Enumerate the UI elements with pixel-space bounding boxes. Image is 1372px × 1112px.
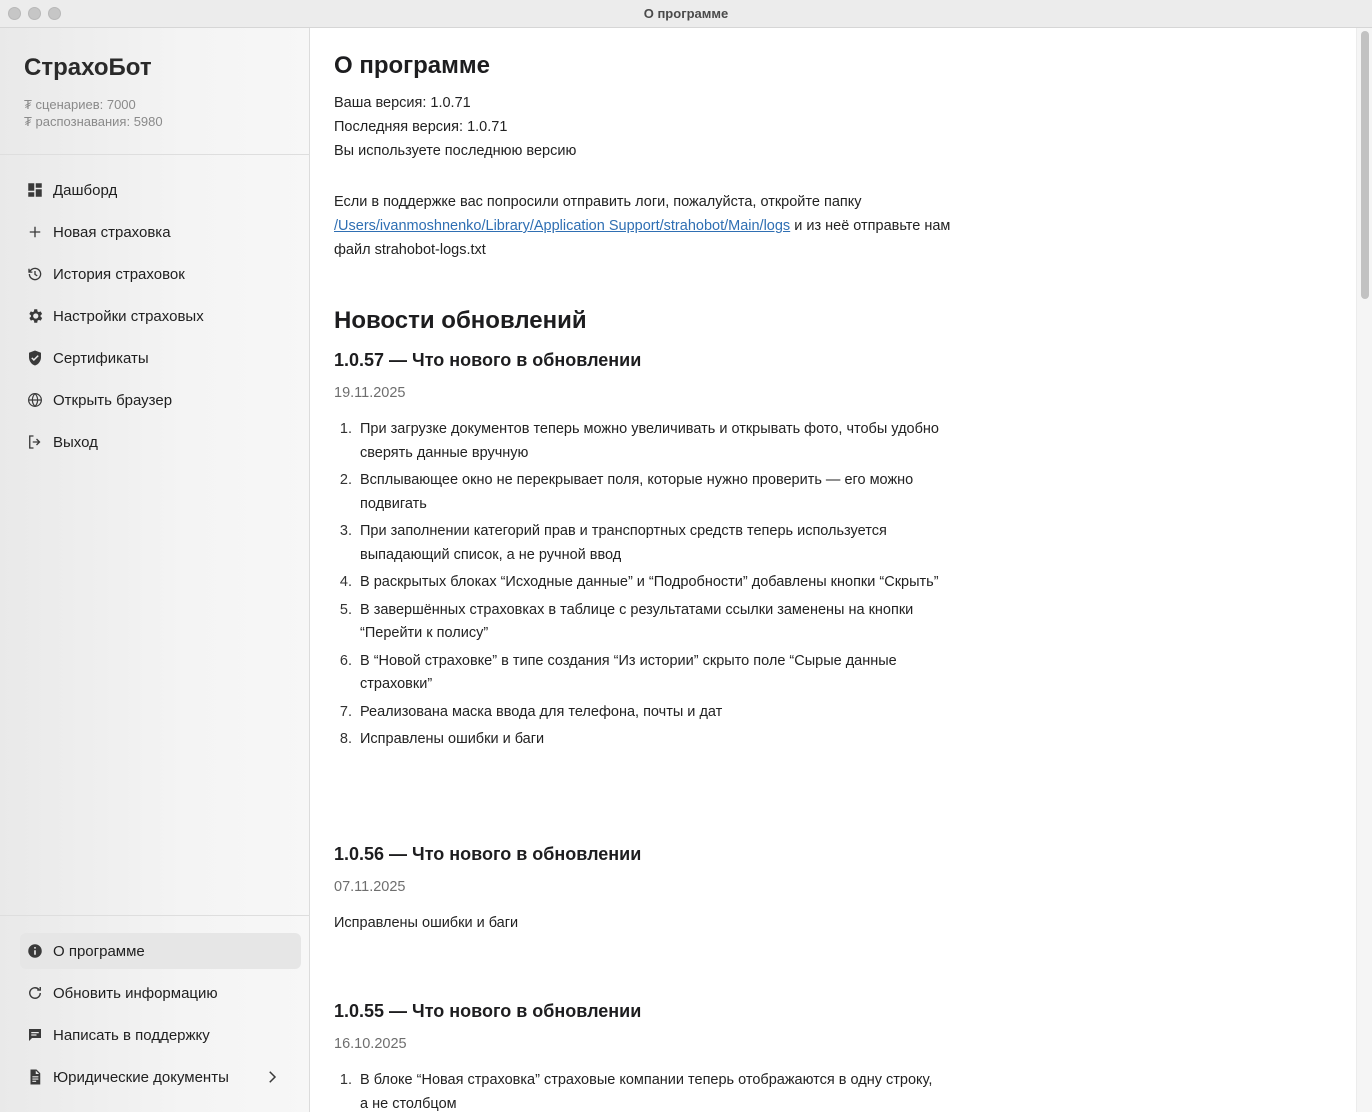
- shield-check-icon: [25, 348, 45, 368]
- list-item: 3. При заполнении категорий прав и трансп…: [339, 523, 887, 563]
- sidebar-item-about[interactable]: О программе: [20, 933, 301, 969]
- sidebar: СтрахоБот ₮ сценариев: 7000 ₮ распознава…: [0, 28, 310, 1112]
- sidebar-divider: [0, 915, 310, 916]
- current-version: Ваша версия: 1.0.71: [334, 95, 471, 111]
- sidebar-item-legal-documents[interactable]: Юридические документы: [20, 1059, 301, 1095]
- sidebar-item-new-insurance[interactable]: Новая страховка: [20, 214, 301, 250]
- update-changes-list: 1. При загрузке документов теперь можно у…: [334, 418, 944, 756]
- list-item: 1. При загрузке документов теперь можно у…: [339, 421, 939, 461]
- sidebar-item-dashboard[interactable]: Дашборд: [20, 172, 301, 208]
- news-title: Новости обновлений: [334, 307, 587, 334]
- recognition-balance: ₮ распознавания: 5980: [24, 114, 163, 129]
- plus-icon: [25, 222, 45, 242]
- sidebar-item-label: Новая страховка: [53, 223, 171, 241]
- sidebar-item-label: Сертификаты: [53, 349, 149, 367]
- logs-instructions: Если в поддержке вас попросили отправить…: [334, 194, 951, 258]
- list-item: 8. Исправлены ошибки и баги: [339, 731, 545, 747]
- list-item: 5. В завершённых страховках в таблице с р…: [339, 601, 914, 642]
- sidebar-item-label: Юридические документы: [53, 1068, 229, 1086]
- sidebar-item-label: Открыть браузер: [53, 391, 173, 409]
- logout-icon: [25, 432, 45, 452]
- update-text: Исправлены ошибки и баги: [334, 915, 519, 931]
- scenarios-balance: ₮ сценариев: 7000: [24, 97, 136, 112]
- sidebar-item-history[interactable]: История страховок: [20, 256, 301, 292]
- update-title: 1.0.55 — Что нового в обновлении: [334, 1001, 642, 1021]
- document-icon: [25, 1067, 45, 1087]
- content-scrollbar[interactable]: [1356, 28, 1372, 1112]
- update-changes-list: 1. В блоке “Новая страховка” страховые ко…: [334, 1069, 944, 1112]
- update-date: 07.11.2025: [334, 879, 406, 895]
- globe-icon: [25, 390, 45, 410]
- sidebar-item-label: Обновить информацию: [53, 984, 218, 1002]
- list-item: 4. В раскрытых блоках “Исходные данные” и…: [339, 574, 939, 590]
- refresh-icon: [25, 983, 45, 1003]
- list-item: 6. В “Новой страховке” в типе создания “И…: [339, 652, 897, 693]
- title-bar: О программе: [0, 0, 1372, 28]
- chat-icon: [25, 1025, 45, 1045]
- gear-icon: [25, 306, 45, 326]
- list-item: 1. В блоке “Новая страховка” страховые ко…: [339, 1072, 933, 1112]
- app-brand: СтрахоБот: [24, 54, 152, 81]
- sidebar-item-certificates[interactable]: Сертификаты: [20, 340, 301, 376]
- sidebar-divider: [0, 154, 310, 155]
- sidebar-item-label: Настройки страховых: [53, 307, 204, 325]
- list-item: 2. Всплывающее окно не перекрывает поля, …: [339, 472, 914, 512]
- page-title: О программе: [334, 52, 491, 79]
- main-content: О программе Ваша версия: 1.0.71 Последня…: [311, 28, 1356, 1112]
- sidebar-item-label: Дашборд: [53, 181, 118, 199]
- info-icon: [25, 941, 45, 961]
- sidebar-item-logout[interactable]: Выход: [20, 424, 301, 460]
- sidebar-item-insurer-settings[interactable]: Настройки страховых: [20, 298, 301, 334]
- latest-version: Последняя версия: 1.0.71: [334, 119, 508, 135]
- update-title: 1.0.57 — Что нового в обновлении: [334, 350, 642, 370]
- logs-folder-link[interactable]: /Users/ivanmoshnenko/Library/Application…: [334, 218, 790, 234]
- update-date: 19.11.2025: [334, 385, 406, 401]
- version-status: Вы используете последнюю версию: [334, 143, 577, 159]
- sidebar-item-support[interactable]: Написать в поддержку: [20, 1017, 301, 1053]
- dashboard-icon: [25, 180, 45, 200]
- sidebar-item-open-browser[interactable]: Открыть браузер: [20, 382, 301, 418]
- sidebar-item-label: О программе: [53, 942, 145, 960]
- sidebar-item-label: Написать в поддержку: [53, 1026, 210, 1044]
- list-item: 7. Реализована маска ввода для телефона, …: [339, 703, 723, 720]
- update-title: 1.0.56 — Что нового в обновлении: [334, 844, 642, 864]
- window-title: О программе: [643, 6, 729, 21]
- update-date: 16.10.2025: [334, 1036, 407, 1052]
- sidebar-item-label: История страховок: [53, 265, 185, 283]
- sidebar-item-refresh-info[interactable]: Обновить информацию: [20, 975, 301, 1011]
- scrollbar-thumb[interactable]: [1361, 31, 1369, 299]
- history-icon: [25, 264, 45, 284]
- chevron-right-icon: [263, 1068, 281, 1086]
- sidebar-item-label: Выход: [53, 433, 98, 451]
